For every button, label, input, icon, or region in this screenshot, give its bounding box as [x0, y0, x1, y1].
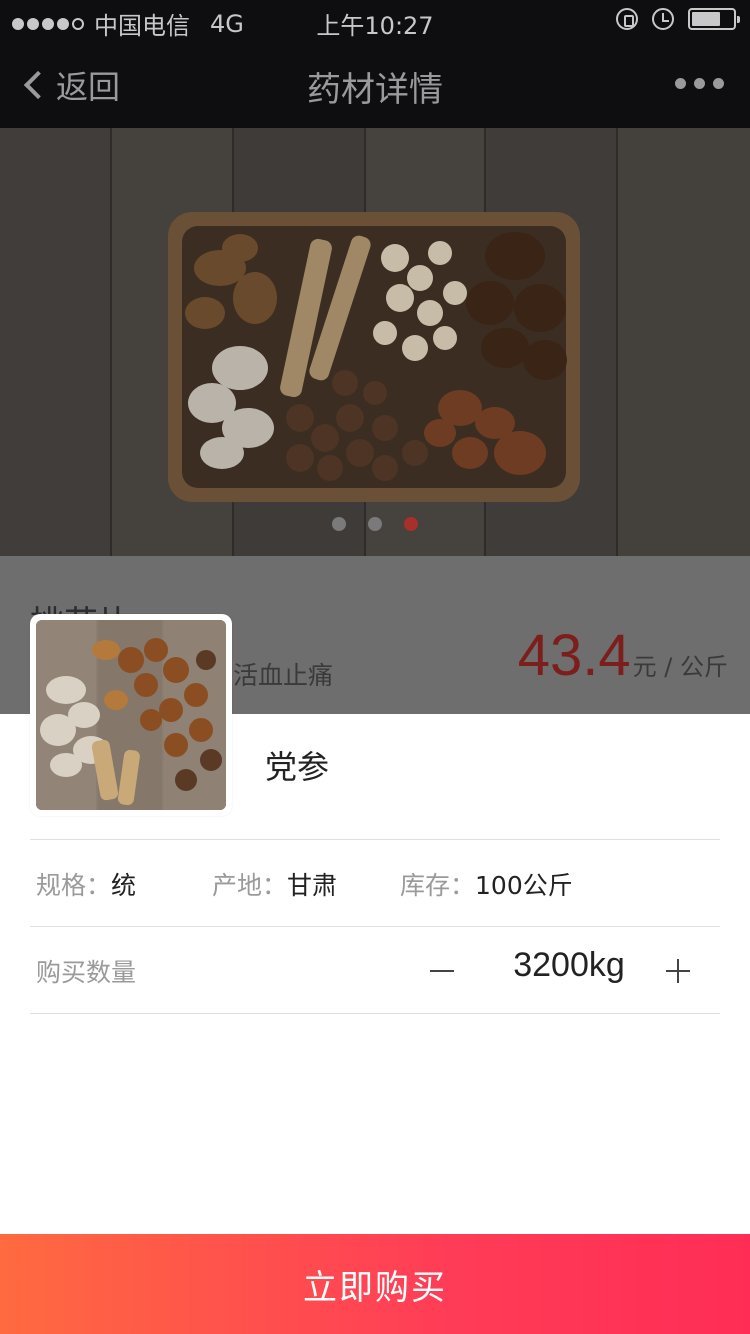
product-thumbnail — [30, 614, 232, 816]
divider — [30, 839, 720, 840]
origin-label: 产地： — [212, 871, 288, 900]
quantity-decrease-button[interactable] — [424, 952, 460, 988]
status-right — [616, 8, 740, 30]
quantity-increase-button[interactable] — [660, 952, 696, 988]
spec-label: 规格： — [36, 871, 112, 900]
buy-now-label: 立即购买 — [303, 1267, 447, 1308]
divider — [30, 926, 720, 927]
product-banner-image[interactable] — [0, 128, 750, 556]
origin-item: 产地：甘肃 — [212, 866, 337, 902]
carousel-dot[interactable] — [368, 517, 382, 531]
herb-tray-image — [0, 128, 750, 556]
spec-row: 规格：统 产地：甘肃 库存：100公斤 — [36, 866, 726, 902]
alarm-icon — [652, 8, 674, 30]
sheet-product-name: 党参 — [265, 748, 330, 786]
rotation-lock-icon — [616, 8, 638, 30]
nav-bar: 返回 药材详情 — [0, 40, 750, 128]
more-icon[interactable] — [675, 78, 724, 89]
quantity-label: 购买数量 — [36, 958, 137, 987]
battery-icon — [688, 8, 740, 30]
origin-value: 甘肃 — [287, 871, 338, 900]
price-unit: 元 / 公斤 — [632, 653, 728, 681]
status-bar: 中国电信 4G 上午10:27 — [0, 0, 750, 40]
divider — [30, 1013, 720, 1014]
page-title: 药材详情 — [307, 70, 443, 110]
herb-thumbnail-image — [36, 620, 226, 810]
carousel-dot[interactable] — [332, 517, 346, 531]
stock-label: 库存： — [400, 871, 476, 900]
stock-value: 100公斤 — [475, 871, 573, 900]
quantity-value[interactable]: 3200kg — [480, 946, 658, 985]
price-value: 43.4 — [517, 623, 631, 688]
spec-value: 统 — [111, 871, 137, 900]
buy-now-button[interactable]: 立即购买 — [0, 1234, 750, 1334]
stock-item: 库存：100公斤 — [400, 866, 573, 902]
product-price: 43.4 元 / 公斤 — [518, 622, 728, 689]
spec-item: 规格：统 — [36, 866, 136, 902]
carousel-indicator — [0, 517, 750, 531]
carousel-dot-active[interactable] — [404, 517, 418, 531]
